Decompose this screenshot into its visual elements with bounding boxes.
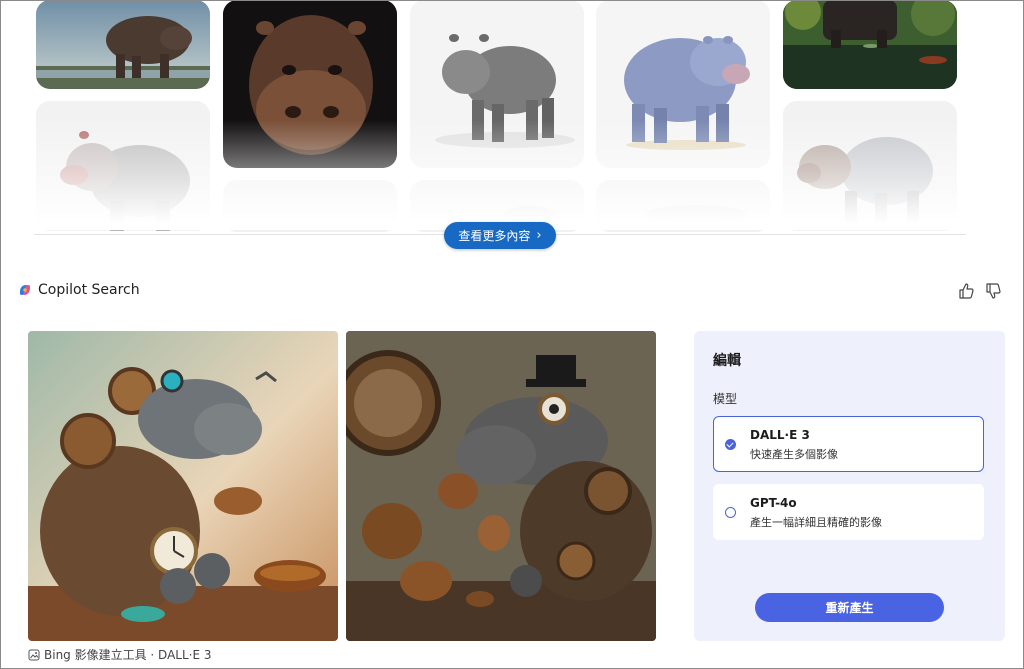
image-caption: Bing 影像建立工具 · DALL·E 3 — [28, 646, 212, 663]
model-option-description: 快速產生多個影像 — [750, 448, 838, 461]
regenerate-button[interactable]: 重新產生 — [755, 593, 944, 622]
model-option-dalle3[interactable]: DALL·E 3 快速產生多個影像 — [713, 416, 984, 472]
chevron-right-icon: › — [536, 228, 542, 243]
image-result-hippo-pale-left[interactable] — [36, 101, 210, 231]
image-result-hippo-faded-3[interactable] — [596, 180, 770, 232]
image-result-hippo-closeup-dark[interactable] — [223, 0, 397, 168]
image-creator-icon — [28, 649, 40, 660]
copilot-logo-icon — [20, 285, 30, 295]
generated-image-steampunk-hippo-pouring-tea[interactable] — [28, 331, 338, 641]
thumbs-down-icon[interactable] — [984, 282, 1002, 300]
image-result-hippo-faded-1[interactable] — [223, 180, 397, 232]
image-caption-text: Bing 影像建立工具 · DALL·E 3 — [44, 648, 212, 662]
image-result-hippo-lake[interactable] — [36, 0, 210, 89]
model-option-description: 產生一幅詳細且精確的影像 — [750, 516, 882, 529]
edit-panel: 編輯 模型 DALL·E 3 快速產生多個影像 GPT-4o 產生一幅詳細且精確… — [694, 331, 1005, 641]
model-option-gpt4o[interactable]: GPT-4o 產生一幅詳細且精確的影像 — [713, 484, 984, 540]
model-option-name: GPT-4o — [750, 496, 797, 510]
edit-panel-title: 編輯 — [713, 353, 741, 369]
image-result-hippo-blue-illustration[interactable] — [596, 0, 770, 168]
thumbs-up-icon[interactable] — [957, 282, 975, 300]
see-more-label: 查看更多內容 — [458, 229, 531, 243]
model-label: 模型 — [713, 392, 738, 406]
radio-checked-icon[interactable] — [725, 439, 736, 450]
image-result-hippo-in-water[interactable] — [783, 0, 957, 89]
model-option-name: DALL·E 3 — [750, 428, 810, 442]
copilot-search-title: Copilot Search — [38, 282, 140, 298]
copilot-search-header: Copilot Search — [18, 282, 140, 298]
image-result-hippo-pale-right[interactable] — [783, 101, 957, 231]
image-result-hippo-grey-studio[interactable] — [410, 0, 584, 168]
see-more-button[interactable]: 查看更多內容 › — [444, 222, 556, 249]
generated-image-steampunk-hippo-top-hat-tea[interactable] — [346, 331, 656, 641]
regenerate-label: 重新產生 — [825, 601, 874, 615]
radio-unchecked-icon[interactable] — [725, 507, 736, 518]
